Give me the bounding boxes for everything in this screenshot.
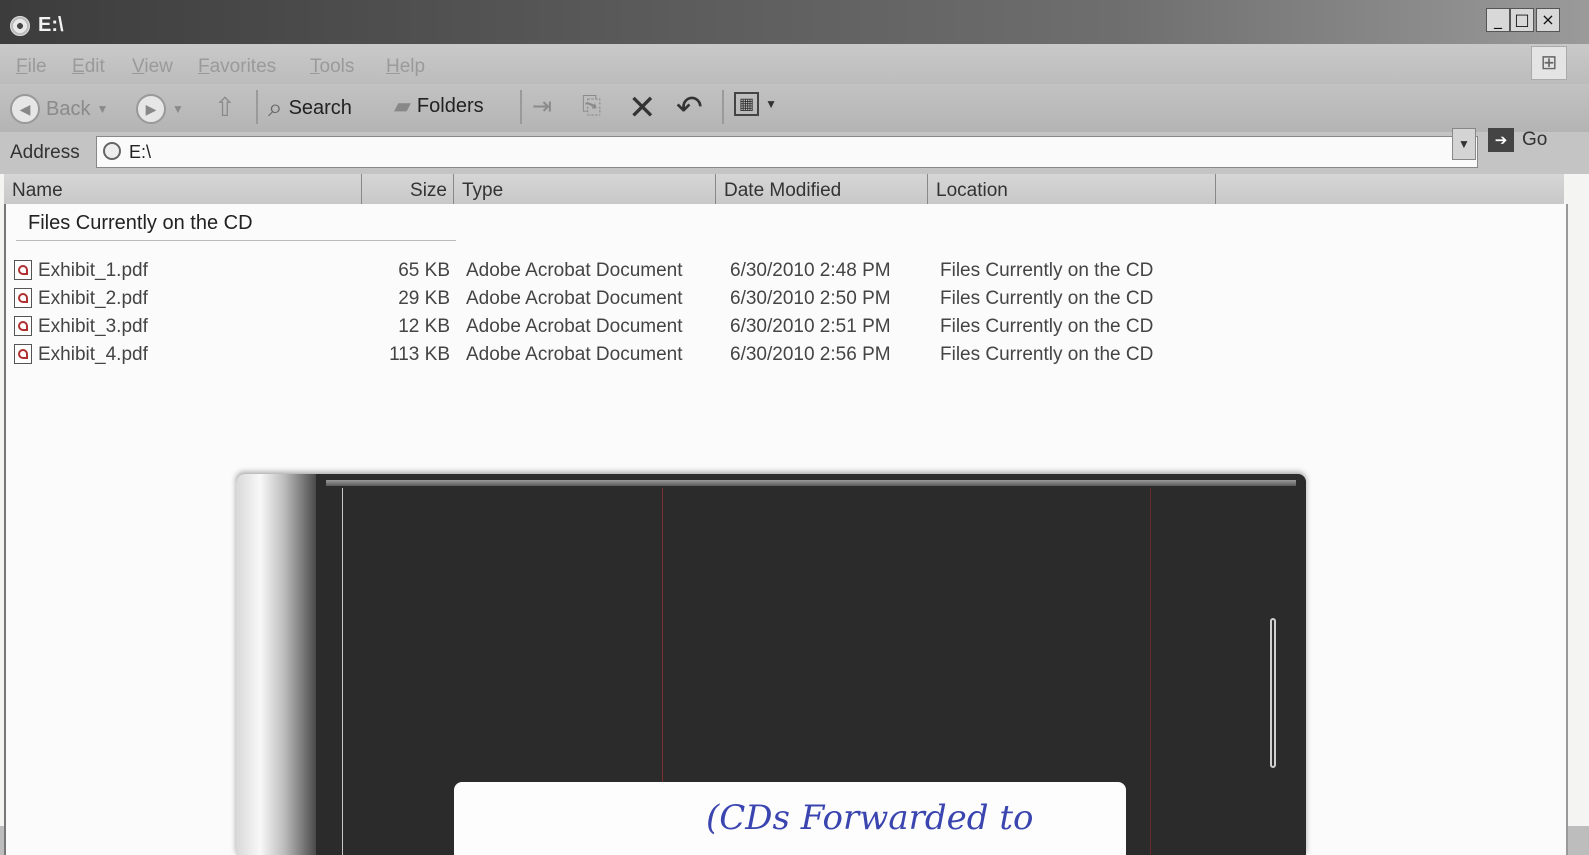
file-name: Exhibit_1.pdf — [38, 260, 148, 281]
folders-button[interactable]: ▰ Folders — [394, 93, 484, 119]
forward-arrow-icon: ▶ — [136, 94, 166, 124]
address-bar: Address E:\ — [0, 132, 1589, 174]
pdf-icon — [14, 344, 32, 364]
move-to-button[interactable]: ⇥ — [532, 92, 552, 121]
views-button[interactable]: ▦ ▼ — [734, 92, 777, 116]
back-label: Back — [46, 97, 91, 120]
copy-to-icon: ⎘ — [582, 92, 602, 119]
up-folder-button[interactable]: ⇧ — [214, 92, 236, 123]
address-dropdown-button[interactable]: ▼ — [1452, 128, 1476, 160]
menu-tools[interactable]: Tools — [310, 56, 354, 78]
file-name: Exhibit_2.pdf — [38, 288, 148, 309]
toolbar: ◀ Back ▼ ▶ ▼ ⇧ ⌕ Search ▰ Folders ⇥ ⎘ ✕ … — [0, 84, 1589, 132]
address-label: Address — [10, 142, 80, 163]
cd-case-hinge — [342, 488, 343, 855]
file-location: Files Currently on the CD — [940, 344, 1154, 365]
file-date: 6/30/2010 2:48 PM — [730, 260, 891, 281]
file-location: Files Currently on the CD — [940, 260, 1154, 281]
drive-icon — [10, 16, 30, 36]
file-type: Adobe Acrobat Document — [466, 316, 683, 337]
column-type[interactable]: Type — [454, 174, 716, 204]
toolbar-separator — [256, 90, 258, 124]
copy-to-button[interactable]: ⎘ — [582, 92, 601, 120]
scan-artifact-line — [1150, 488, 1151, 855]
file-date: 6/30/2010 2:56 PM — [730, 344, 891, 365]
file-row[interactable]: Exhibit_2.pdf 29 KB Adobe Acrobat Docume… — [12, 288, 1212, 314]
file-type: Adobe Acrobat Document — [466, 260, 683, 281]
handwritten-note: (CDs Forwarded to — [706, 798, 1034, 838]
delete-icon: ✕ — [628, 89, 657, 127]
menu-file[interactable]: File — [16, 56, 47, 78]
delete-button[interactable]: ✕ — [628, 88, 657, 128]
menu-help[interactable]: Help — [386, 56, 425, 78]
menu-view[interactable]: View — [132, 56, 173, 78]
file-size: 29 KB — [398, 288, 450, 309]
search-button[interactable]: ⌕ Search — [268, 92, 352, 124]
file-location: Files Currently on the CD — [940, 316, 1154, 337]
window-title: E:\ — [38, 14, 64, 36]
file-size: 12 KB — [398, 316, 450, 337]
column-name[interactable]: Name — [4, 174, 362, 204]
back-arrow-icon: ◀ — [10, 94, 40, 124]
toolbar-separator — [520, 90, 522, 124]
address-value: E:\ — [129, 142, 152, 162]
cd-case-spine — [236, 474, 316, 855]
file-row[interactable]: Exhibit_1.pdf 65 KB Adobe Acrobat Docume… — [12, 260, 1212, 286]
title-bar: E:\ _ □ × — [0, 0, 1589, 44]
pdf-icon — [14, 288, 32, 308]
toolbar-separator — [722, 90, 724, 124]
file-location: Files Currently on the CD — [940, 288, 1154, 309]
menu-edit[interactable]: Edit — [72, 56, 105, 78]
menu-bar: File Edit View Favorites Tools Help ⊞ — [0, 44, 1589, 84]
drive-icon — [103, 142, 121, 160]
file-row[interactable]: Exhibit_3.pdf 12 KB Adobe Acrobat Docume… — [12, 316, 1212, 342]
cd-case-latch — [1270, 618, 1276, 768]
forward-dropdown-icon[interactable]: ▼ — [172, 102, 184, 116]
file-date: 6/30/2010 2:50 PM — [730, 288, 891, 309]
folder-icon: ▰ — [394, 93, 411, 118]
maximize-button[interactable]: □ — [1510, 8, 1534, 32]
undo-button[interactable]: ↶ — [676, 88, 703, 126]
go-arrow-icon: ➔ — [1488, 128, 1514, 152]
file-name: Exhibit_3.pdf — [38, 316, 148, 337]
forward-button[interactable]: ▶ ▼ — [136, 94, 184, 124]
column-size[interactable]: Size — [362, 174, 454, 204]
minimize-button[interactable]: _ — [1486, 8, 1510, 32]
column-location[interactable]: Location — [928, 174, 1216, 204]
undo-icon: ↶ — [676, 89, 703, 125]
file-size: 113 KB — [389, 344, 450, 365]
column-header-bar: Name Size Type Date Modified Location — [4, 174, 1564, 205]
go-label: Go — [1522, 129, 1548, 150]
go-button[interactable]: ➔ Go — [1488, 128, 1547, 152]
move-to-icon: ⇥ — [532, 93, 553, 120]
back-button[interactable]: ◀ Back ▼ — [10, 94, 108, 124]
file-date: 6/30/2010 2:51 PM — [730, 316, 891, 337]
windows-logo-icon: ⊞ — [1531, 46, 1567, 80]
address-input[interactable]: E:\ — [96, 136, 1478, 168]
column-date-modified[interactable]: Date Modified — [716, 174, 928, 204]
file-type: Adobe Acrobat Document — [466, 288, 683, 309]
cd-case-edge — [326, 480, 1296, 486]
group-divider — [16, 240, 456, 241]
folders-label: Folders — [416, 94, 484, 117]
file-type: Adobe Acrobat Document — [466, 344, 683, 365]
file-size: 65 KB — [398, 260, 450, 281]
views-dropdown-icon: ▼ — [765, 97, 778, 111]
pdf-icon — [14, 316, 32, 336]
search-icon: ⌕ — [268, 92, 283, 122]
search-label: Search — [288, 96, 352, 119]
back-dropdown-icon[interactable]: ▼ — [96, 102, 108, 116]
up-arrow-icon: ⇧ — [214, 92, 236, 122]
group-header: Files Currently on the CD — [28, 212, 253, 234]
pdf-icon — [14, 260, 32, 280]
close-button[interactable]: × — [1536, 8, 1560, 32]
menu-favorites[interactable]: Favorites — [198, 56, 276, 78]
file-row[interactable]: Exhibit_4.pdf 113 KB Adobe Acrobat Docum… — [12, 344, 1212, 370]
file-name: Exhibit_4.pdf — [38, 344, 148, 365]
views-icon: ▦ — [734, 92, 760, 116]
cd-label-sticker: (CDs Forwarded to — [454, 782, 1126, 855]
